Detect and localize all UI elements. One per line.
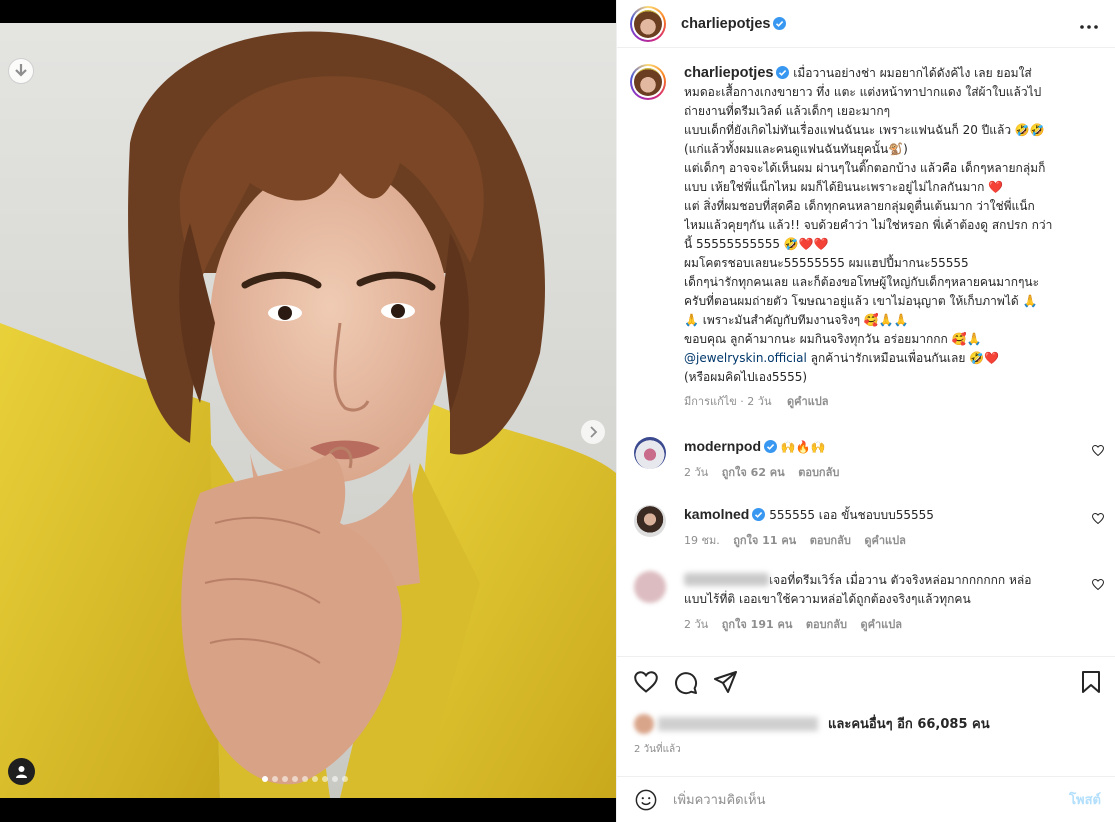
blurred-username	[684, 573, 769, 586]
caption-line: แต่เด็กๆ อาจจะได้เห็นผม ผ่านๆในติ๊กตอกบ้…	[684, 161, 1046, 175]
carousel-dot	[292, 776, 298, 782]
see-translation-button[interactable]: ดูคำแปล	[864, 534, 906, 547]
edited-timestamp: มีการแก้ไข · 2 วัน	[684, 395, 772, 408]
caption-line: 🙏 เพราะมันสำคัญกับทีมงานจริงๆ 🥰🙏🙏	[684, 313, 909, 327]
caption-line: ผมโคตรชอบเลยนะ55555555 ผมแฮปปี้มากนะ5555…	[684, 256, 969, 270]
action-bar	[617, 656, 1115, 716]
carousel-indicator	[262, 776, 348, 782]
liker-avatar	[634, 713, 654, 734]
commenter-avatar[interactable]	[634, 571, 666, 603]
caption-author-avatar[interactable]	[630, 64, 666, 100]
comment-input[interactable]: เพิ่มความคิดเห็น	[673, 789, 766, 810]
commenter-avatar[interactable]	[634, 437, 666, 469]
carousel-dot	[322, 776, 328, 782]
heart-outline-icon[interactable]	[1092, 513, 1104, 524]
bookmark-icon[interactable]	[1081, 671, 1101, 693]
verified-badge-icon	[773, 17, 787, 30]
reply-button[interactable]: ตอบกลับ	[810, 534, 851, 547]
comment-item: modernpod 🙌🔥🙌 2 วัน ถูกใจ 62 คน ตอบกลับ	[634, 437, 1104, 481]
chevron-right-icon	[590, 426, 598, 438]
carousel-dot	[312, 776, 318, 782]
carousel-dot	[342, 776, 348, 782]
heart-outline-icon[interactable]	[1092, 445, 1104, 456]
like-heart-icon[interactable]	[634, 671, 658, 693]
carousel-dot	[302, 776, 308, 782]
likes-count[interactable]: และคนอื่นๆ อีก 66,085 คน	[828, 713, 990, 734]
instagram-post-modal: charliepotjes charliepotjes เมื่อวานอย่า…	[0, 0, 1115, 822]
post-timestamp: 2 วันที่แล้ว	[634, 744, 681, 755]
comment-time: 19 ชม.	[684, 534, 720, 547]
caption-line: นี้ 55555555555 🤣❤️❤️	[684, 237, 829, 251]
caption-author[interactable]: charliepotjes	[684, 65, 773, 81]
caption-line: ขอบคุณ ลูกค้ามากนะ ผมกินจริงทุกวัน อร่อย…	[684, 332, 982, 346]
comment-item: เจอที่ดรีมเวิร์ล เมื่อวาน ตัวจริงหล่อมาก…	[634, 571, 1104, 633]
caption-line: ครับที่ตอนผมถ่ายตัว โฆษณาอยู่แล้ว เขาไม่…	[684, 294, 1038, 308]
comment-text: แบบไร้ที่ติ เออเขาใช้ความหล่อได้ถูกต้องจ…	[684, 592, 971, 606]
carousel-dot	[262, 776, 268, 782]
commenter-avatar[interactable]	[634, 505, 666, 537]
user-tag-icon	[16, 766, 27, 778]
carousel-dot	[272, 776, 278, 782]
comment-text: 555555 เออ ขั้นชอบบบ55555	[769, 508, 934, 522]
author-avatar[interactable]	[630, 5, 666, 42]
emoji-icon[interactable]	[635, 789, 657, 811]
commenter-username[interactable]: kamolned	[684, 506, 749, 522]
download-arrow-icon	[15, 64, 27, 77]
likes-summary[interactable]: และคนอื่นๆ อีก 66,085 คน	[634, 713, 990, 734]
caption-line: เด็กๆน่ารักทุกคนเลย และก็ต้องขอโทษผู้ใหญ…	[684, 275, 1040, 289]
comment-bubble-icon[interactable]	[674, 671, 698, 695]
post-media[interactable]	[0, 23, 616, 798]
see-translation-button[interactable]: ดูคำแปล	[787, 395, 829, 408]
comment-time: 2 วัน	[684, 618, 709, 631]
next-slide-button[interactable]	[581, 420, 605, 444]
carousel-dot	[332, 776, 338, 782]
caption-line: หมดอะเสื้อกางเกงขายาว ทึ่ง แตะ แต่งหน้าท…	[684, 85, 1042, 99]
comment-likes[interactable]: ถูกใจ 62 คน	[722, 466, 785, 479]
verified-badge-icon	[776, 66, 790, 79]
caption-line: เมื่อวานอย่างช่า ผมอยากได้ดังค้ไง เลย ยอ…	[793, 66, 1032, 80]
comment-text: 🙌🔥🙌	[780, 440, 826, 454]
caption-line: (แก่แล้วทั้งผมและคนดูแฟนฉันทันยุคนั้น🐒)	[684, 142, 908, 156]
share-send-icon[interactable]	[714, 671, 738, 693]
verified-badge-icon	[752, 508, 766, 521]
post-sidebar: charliepotjes charliepotjes เมื่อวานอย่า…	[616, 0, 1115, 822]
more-horizontal-icon	[1080, 25, 1098, 29]
add-comment-bar: เพิ่มความคิดเห็น โพสต์	[617, 776, 1115, 822]
tagged-users-button[interactable]	[8, 758, 35, 785]
liker-name-blurred	[658, 716, 818, 731]
caption-line: ไหมแล้วคุยๆกัน แล้ว!! จบด้วยคำว่า ไม่ใช่…	[684, 218, 1053, 232]
post-photo	[0, 23, 616, 798]
reply-button[interactable]: ตอบกลับ	[798, 466, 839, 479]
comment-likes[interactable]: ถูกใจ 11 คน	[733, 534, 796, 547]
commenter-username[interactable]: modernpod	[684, 438, 761, 454]
caption-line: แต่ สิ่งที่ผมชอบที่สุดคือ เด็กทุกคนหลายก…	[684, 199, 1035, 213]
post-header: charliepotjes	[617, 0, 1115, 48]
caption-line: (หรือผมคิดไปเอง5555)	[684, 370, 808, 384]
heart-outline-icon[interactable]	[1092, 579, 1104, 590]
verified-badge-icon	[764, 440, 777, 453]
caption-line: ถ่ายงานที่ดรีมเวิลด์ แล้วเด็กๆ เยอะมากๆ	[684, 104, 891, 118]
comment-text: เจอที่ดรีมเวิร์ล เมื่อวาน ตัวจริงหล่อมาก…	[769, 573, 1032, 587]
mention-link[interactable]: @jewelryskin.official	[684, 351, 807, 365]
download-button[interactable]	[8, 58, 34, 84]
caption-line: แบบเด็กที่ยังเกิดไม่ทันเรื่องแฟนฉันนะ เพ…	[684, 123, 1045, 137]
post-comment-button[interactable]: โพสต์	[1069, 789, 1101, 810]
caption-line: ลูกค้าน่ารักเหมือนเพื่อนกันเลย 🤣❤️	[806, 351, 1000, 365]
post-caption: charliepotjes เมื่อวานอย่างช่า ผมอยากได้…	[630, 64, 1110, 411]
caption-line: แบบ เห้ยใช่พี่แน็กไหม ผมก็ได้ยินนะเพราะอ…	[684, 180, 1004, 194]
see-translation-button[interactable]: ดูคำแปล	[860, 618, 902, 631]
reply-button[interactable]: ตอบกลับ	[806, 618, 847, 631]
more-options-button[interactable]	[1080, 13, 1098, 34]
comment-item: kamolned 555555 เออ ขั้นชอบบบ55555 19 ชม…	[634, 505, 1104, 549]
comment-time: 2 วัน	[684, 466, 709, 479]
author-username[interactable]: charliepotjes	[681, 16, 770, 32]
carousel-dot	[282, 776, 288, 782]
comment-likes[interactable]: ถูกใจ 191 คน	[722, 618, 793, 631]
